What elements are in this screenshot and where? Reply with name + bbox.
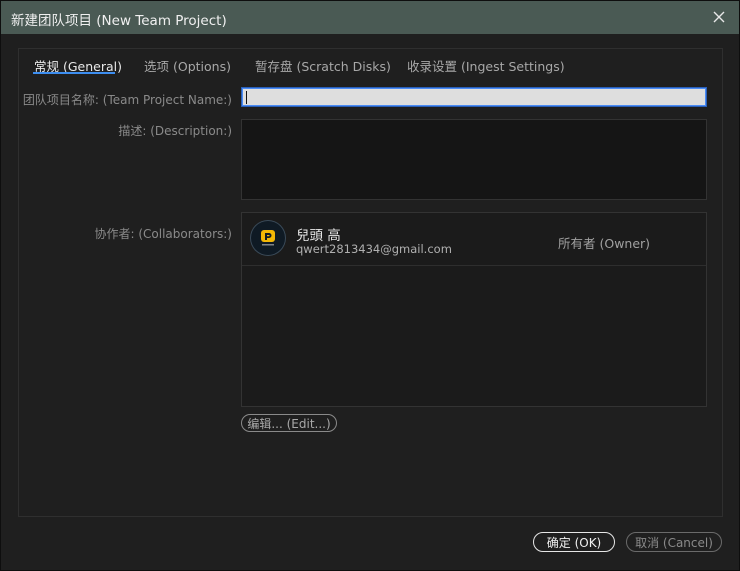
close-button[interactable]	[705, 4, 733, 30]
edit-collaborators-button[interactable]: 编辑... (Edit...)	[241, 414, 337, 432]
tab-scratch-disks[interactable]: 暂存盘 (Scratch Disks)	[255, 56, 391, 75]
team-project-name-label: 团队项目名称: (Team Project Name:)	[22, 93, 232, 107]
avatar	[251, 221, 285, 255]
list-item[interactable]: 兒頭 高 qwert2813434@gmail.com 所有者 (Owner)	[242, 213, 706, 266]
tab-options[interactable]: 选项 (Options)	[144, 56, 231, 75]
ok-button[interactable]: 确定 (OK)	[533, 532, 615, 552]
collaborator-role: 所有者 (Owner)	[558, 236, 651, 251]
dialog-title: 新建团队项目 (New Team Project)	[11, 13, 227, 29]
active-tab-indicator	[33, 72, 115, 74]
collaborator-email: qwert2813434@gmail.com	[296, 242, 452, 256]
collaborators-list[interactable]: 兒頭 高 qwert2813434@gmail.com 所有者 (Owner)	[241, 212, 707, 407]
description-label: 描述: (Description:)	[118, 124, 232, 138]
collaborators-label: 协作者: (Collaborators:)	[94, 227, 233, 241]
close-icon	[713, 11, 725, 23]
title-bar[interactable]: 新建团队项目 (New Team Project)	[1, 1, 739, 34]
logo-icon	[261, 230, 275, 246]
tab-ingest-settings[interactable]: 收录设置 (Ingest Settings)	[407, 56, 565, 75]
text-caret	[246, 91, 247, 104]
new-team-project-dialog: 新建团队项目 (New Team Project) 常规 (General) 选…	[0, 0, 740, 571]
collaborator-name: 兒頭 高	[296, 228, 341, 244]
cancel-button[interactable]: 取消 (Cancel)	[626, 532, 722, 552]
description-input[interactable]	[241, 119, 707, 200]
team-project-name-input[interactable]	[242, 88, 706, 106]
